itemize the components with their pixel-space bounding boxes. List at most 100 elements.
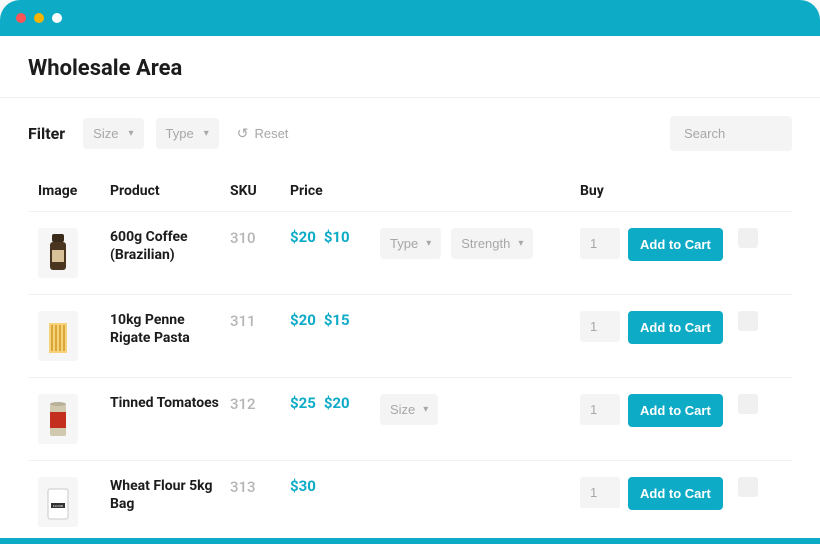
option-type-select[interactable]: Type ▾ bbox=[380, 228, 441, 259]
add-to-cart-button[interactable]: Add to Cart bbox=[628, 228, 723, 261]
option-strength-select[interactable]: Strength ▾ bbox=[451, 228, 533, 259]
quantity-input[interactable] bbox=[580, 228, 620, 259]
check-cell bbox=[738, 394, 768, 414]
filter-reset-button[interactable]: ↺ Reset bbox=[231, 117, 295, 150]
product-thumbnail bbox=[38, 228, 78, 278]
col-header-image: Image bbox=[38, 183, 110, 199]
caret-down-icon: ▾ bbox=[128, 128, 133, 139]
price-current: $10 bbox=[324, 228, 350, 246]
product-price-cell: $30 bbox=[290, 477, 380, 495]
window-maximize-icon[interactable] bbox=[52, 13, 62, 23]
price-current: $20 bbox=[324, 394, 350, 412]
caret-down-icon: ▾ bbox=[426, 238, 431, 249]
col-header-action bbox=[628, 183, 738, 199]
product-thumbnail bbox=[38, 394, 78, 444]
check-cell bbox=[738, 228, 768, 248]
row-checkbox[interactable] bbox=[738, 394, 758, 414]
add-to-cart-button[interactable]: Add to Cart bbox=[628, 477, 723, 510]
qty-cell bbox=[580, 394, 628, 425]
product-sku: 312 bbox=[230, 395, 256, 413]
row-checkbox[interactable] bbox=[738, 228, 758, 248]
action-cell: Add to Cart bbox=[628, 477, 738, 510]
row-checkbox[interactable] bbox=[738, 477, 758, 497]
quantity-input[interactable] bbox=[580, 477, 620, 508]
product-image-cell bbox=[38, 228, 110, 278]
product-sku: 313 bbox=[230, 478, 256, 496]
product-sku-cell: 311 bbox=[230, 311, 290, 330]
product-sku: 311 bbox=[230, 312, 256, 330]
tin-can-icon bbox=[43, 398, 73, 440]
pasta-icon bbox=[43, 315, 73, 357]
filter-reset-label: Reset bbox=[254, 126, 288, 141]
product-price-cell: $25 $20 bbox=[290, 394, 380, 412]
svg-text:FLOUR: FLOUR bbox=[53, 504, 64, 508]
table-row: FLOUR Wheat Flour 5kg Bag 313 $30 Add to… bbox=[28, 460, 792, 543]
page-title: Wholesale Area bbox=[28, 56, 792, 81]
filter-type-select[interactable]: Type ▾ bbox=[156, 118, 219, 149]
option-label: Size bbox=[390, 402, 415, 417]
option-size-select[interactable]: Size ▾ bbox=[380, 394, 438, 425]
product-sku-cell: 312 bbox=[230, 394, 290, 413]
product-name: 10kg Penne Rigate Pasta bbox=[110, 311, 220, 347]
filter-size-label: Size bbox=[93, 126, 118, 141]
product-name: Wheat Flour 5kg Bag bbox=[110, 477, 220, 513]
product-sku: 310 bbox=[230, 229, 256, 247]
flour-bag-icon: FLOUR bbox=[43, 481, 73, 523]
product-name-cell: 600g Coffee (Brazilian) bbox=[110, 228, 230, 264]
option-label: Strength bbox=[461, 236, 510, 251]
table-row: Tinned Tomatoes 312 $25 $20 Size ▾ bbox=[28, 377, 792, 460]
add-to-cart-button[interactable]: Add to Cart bbox=[628, 394, 723, 427]
qty-cell bbox=[580, 228, 628, 259]
product-options-cell: Type ▾ Strength ▾ bbox=[380, 228, 580, 259]
caret-down-icon: ▾ bbox=[204, 128, 209, 139]
row-checkbox[interactable] bbox=[738, 311, 758, 331]
price-original: $20 bbox=[290, 311, 316, 329]
product-sku-cell: 313 bbox=[230, 477, 290, 496]
products-table: Image Product SKU Price Buy 600g Coffee … bbox=[0, 169, 820, 543]
filter-bar: Filter Size ▾ Type ▾ ↺ Reset bbox=[0, 98, 820, 169]
quantity-input[interactable] bbox=[580, 394, 620, 425]
quantity-input[interactable] bbox=[580, 311, 620, 342]
caret-down-icon: ▾ bbox=[518, 238, 523, 249]
col-header-sku: SKU bbox=[230, 183, 290, 199]
check-cell bbox=[738, 477, 768, 497]
option-label: Type bbox=[390, 236, 418, 251]
reset-icon: ↺ bbox=[237, 125, 249, 142]
action-cell: Add to Cart bbox=[628, 311, 738, 344]
product-name-cell: 10kg Penne Rigate Pasta bbox=[110, 311, 230, 347]
table-row: 600g Coffee (Brazilian) 310 $20 $10 Type… bbox=[28, 211, 792, 294]
price-current: $15 bbox=[324, 311, 350, 329]
product-thumbnail bbox=[38, 311, 78, 361]
filter-label: Filter bbox=[28, 124, 65, 143]
product-sku-cell: 310 bbox=[230, 228, 290, 247]
add-to-cart-button[interactable]: Add to Cart bbox=[628, 311, 723, 344]
col-header-buy: Buy bbox=[580, 183, 628, 199]
caret-down-icon: ▾ bbox=[423, 404, 428, 415]
product-name: Tinned Tomatoes bbox=[110, 394, 220, 412]
product-name-cell: Tinned Tomatoes bbox=[110, 394, 230, 412]
window-titlebar bbox=[0, 0, 820, 36]
coffee-jar-icon bbox=[43, 232, 73, 274]
bottom-accent-bar bbox=[0, 538, 820, 544]
product-name-cell: Wheat Flour 5kg Bag bbox=[110, 477, 230, 513]
table-row: 10kg Penne Rigate Pasta 311 $20 $15 Add … bbox=[28, 294, 792, 377]
col-header-price: Price bbox=[290, 183, 380, 199]
product-image-cell: FLOUR bbox=[38, 477, 110, 527]
price-original: $25 bbox=[290, 394, 316, 412]
qty-cell bbox=[580, 311, 628, 342]
action-cell: Add to Cart bbox=[628, 394, 738, 427]
filter-type-label: Type bbox=[166, 126, 194, 141]
action-cell: Add to Cart bbox=[628, 228, 738, 261]
product-price-cell: $20 $10 bbox=[290, 228, 380, 246]
product-image-cell bbox=[38, 394, 110, 444]
app-window: Wholesale Area Filter Size ▾ Type ▾ ↺ Re… bbox=[0, 0, 820, 544]
filter-size-select[interactable]: Size ▾ bbox=[83, 118, 143, 149]
window-minimize-icon[interactable] bbox=[34, 13, 44, 23]
col-header-options bbox=[380, 183, 580, 199]
qty-cell bbox=[580, 477, 628, 508]
search-input[interactable] bbox=[670, 116, 792, 151]
product-thumbnail: FLOUR bbox=[38, 477, 78, 527]
product-options-cell: Size ▾ bbox=[380, 394, 580, 425]
price-current: $30 bbox=[290, 477, 316, 495]
window-close-icon[interactable] bbox=[16, 13, 26, 23]
